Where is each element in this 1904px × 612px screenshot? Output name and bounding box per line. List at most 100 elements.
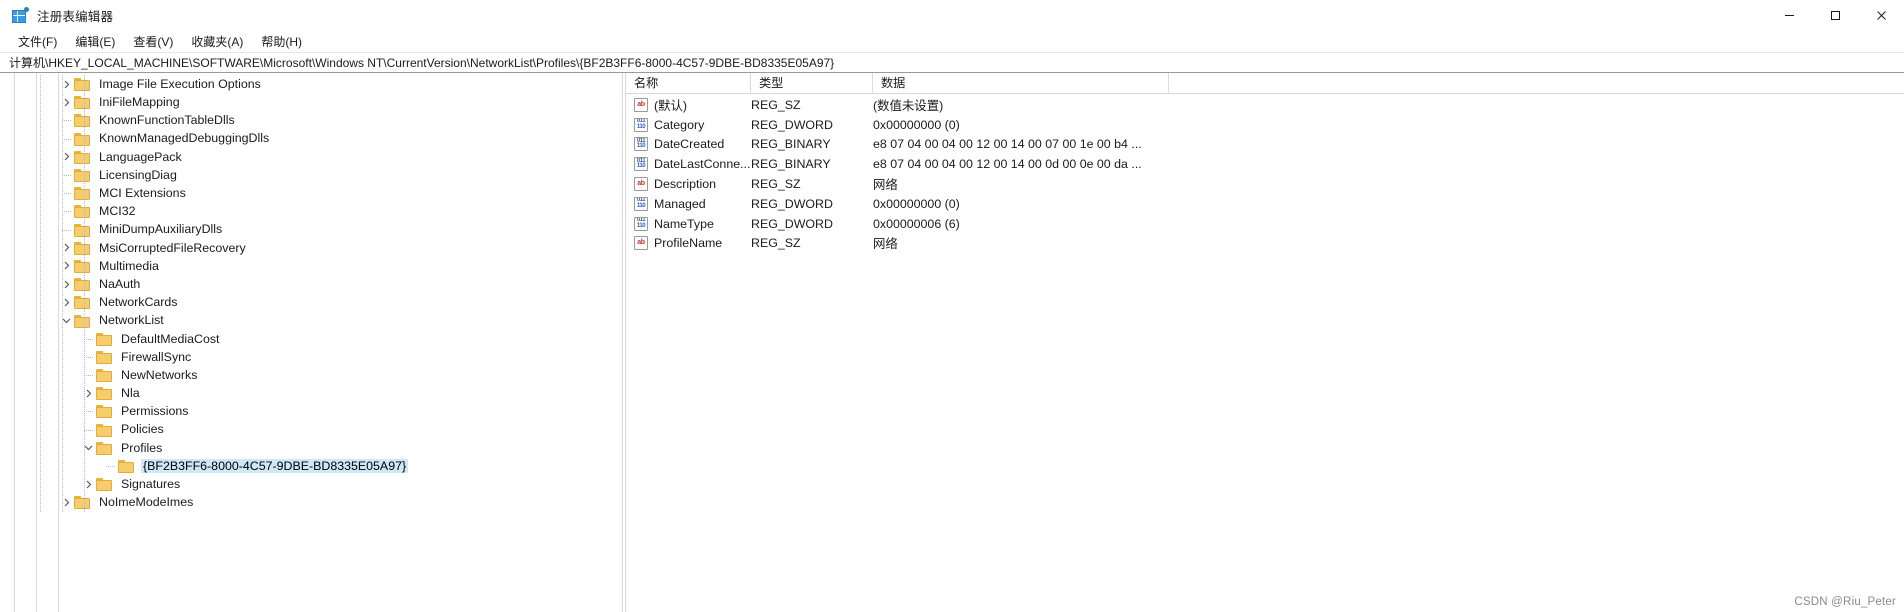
tree-item[interactable]: LicensingDiag [0, 166, 622, 184]
value-row[interactable]: ab (默认) REG_SZ (数值未设置) [626, 95, 1904, 115]
value-row[interactable]: 011 110 NameType REG_DWORD 0x00000006 (6) [626, 214, 1904, 234]
tree-item[interactable]: DefaultMediaCost [0, 330, 622, 348]
tree-connector [84, 356, 93, 358]
column-header-type[interactable]: 类型 [751, 73, 873, 94]
menu-help[interactable]: 帮助(H) [252, 31, 311, 53]
window-title: 注册表编辑器 [37, 10, 114, 24]
column-header-data[interactable]: 数据 [873, 73, 1169, 94]
menu-view[interactable]: 查看(V) [124, 31, 182, 53]
value-data: e8 07 04 00 04 00 12 00 14 00 07 00 1e 0… [873, 137, 1142, 152]
tree-item[interactable]: Policies [0, 421, 622, 439]
value-row[interactable]: ab ProfileName REG_SZ 网络 [626, 234, 1904, 254]
tree-item[interactable]: NetworkCards [0, 293, 622, 311]
value-type: REG_BINARY [751, 137, 831, 152]
tree-connector [84, 375, 93, 376]
value-row[interactable]: 011 110 Managed REG_DWORD 0x00000000 (0) [626, 194, 1904, 214]
tree-item[interactable]: LanguagePack [0, 148, 622, 166]
registry-path: 计算机\HKEY_LOCAL_MACHINE\SOFTWARE\Microsof… [9, 56, 835, 70]
value-type: REG_DWORD [751, 117, 833, 132]
folder-icon [96, 477, 113, 492]
column-header-name[interactable]: 名称 [626, 73, 751, 94]
value-data: 0x00000000 (0) [873, 196, 960, 211]
tree-item[interactable]: NewNetworks [0, 366, 622, 384]
tree-item[interactable]: NoImeModeImes [0, 493, 622, 511]
value-row[interactable]: 011 110 Category REG_DWORD 0x00000000 (0) [626, 115, 1904, 135]
folder-icon [74, 277, 91, 292]
tree-item-label: MCI32 [99, 204, 136, 219]
chevron-right-icon[interactable] [80, 475, 96, 493]
folder-icon [96, 423, 113, 437]
tree-item[interactable]: Profiles [0, 439, 622, 457]
folder-icon [74, 295, 91, 310]
tree-item[interactable]: NaAuth [0, 275, 622, 293]
chevron-right-icon[interactable] [58, 93, 74, 111]
chevron-right-icon[interactable] [58, 148, 74, 166]
tree-connector [84, 411, 93, 413]
chevron-right-icon[interactable] [58, 493, 74, 511]
close-icon[interactable] [1858, 0, 1904, 31]
folder-icon [118, 459, 135, 474]
tree-item[interactable]: KnownManagedDebuggingDlls [0, 130, 622, 148]
chevron-right-icon[interactable] [58, 75, 74, 93]
tree-item[interactable]: MCI32 [0, 202, 622, 220]
tree-item[interactable]: Signatures [0, 475, 622, 493]
registry-editor-window: 注册表编辑器 文件(F) 编辑(E) 查看(V) 收藏夹(A) 帮助(H) 计算… [0, 0, 1904, 612]
tree-item[interactable]: MsiCorruptedFileRecovery [0, 239, 622, 257]
chevron-down-icon[interactable] [58, 312, 74, 330]
watermark-text: CSDN @Riu_Peter [1794, 596, 1896, 608]
tree-item[interactable]: Permissions [0, 402, 622, 420]
tree-item-label: Profiles [121, 440, 163, 455]
tree-item[interactable]: {BF2B3FF6-8000-4C57-9DBE-BD8335E05A97} [0, 457, 622, 475]
menu-file[interactable]: 文件(F) [9, 31, 66, 53]
chevron-right-icon[interactable] [58, 293, 74, 311]
folder-icon [74, 132, 91, 146]
tree-item[interactable]: IniFileMapping [0, 93, 622, 111]
folder-icon [74, 95, 91, 110]
tree-item-label: Permissions [121, 404, 189, 419]
tree-item[interactable]: KnownFunctionTableDlls [0, 111, 622, 129]
chevron-right-icon[interactable] [58, 239, 74, 257]
folder-icon [74, 77, 91, 92]
menu-edit[interactable]: 编辑(E) [66, 31, 124, 53]
binary-value-icon: 011 110 [634, 117, 648, 132]
chevron-right-icon[interactable] [58, 257, 74, 275]
maximize-icon[interactable] [1812, 0, 1858, 31]
tree-connector [62, 211, 71, 213]
value-row[interactable]: 011 110 DateCreated REG_BINARY e8 07 04 00 0… [626, 135, 1904, 155]
title-bar: 注册表编辑器 [0, 0, 1904, 31]
tree-scroll-area[interactable]: Image File Execution Options IniFileMappi… [0, 73, 622, 612]
value-data: (数值未设置) [873, 98, 944, 113]
tree-item[interactable]: MCI Extensions [0, 184, 622, 202]
value-row[interactable]: ab Description REG_SZ 网络 [626, 174, 1904, 194]
folder-icon [74, 259, 91, 273]
chevron-right-icon[interactable] [58, 275, 74, 293]
chevron-right-icon[interactable] [80, 384, 96, 402]
tree-item[interactable]: FirewallSync [0, 348, 622, 366]
folder-icon [96, 332, 113, 346]
tree-item[interactable]: Image File Execution Options [0, 75, 622, 93]
chevron-down-icon[interactable] [80, 439, 96, 457]
menu-favorites[interactable]: 收藏夹(A) [182, 31, 252, 53]
address-bar[interactable]: 计算机\HKEY_LOCAL_MACHINE\SOFTWARE\Microsof… [0, 53, 1904, 73]
value-name-cell: ab (默认) [626, 96, 751, 114]
tree-item[interactable]: Multimedia [0, 257, 622, 275]
string-value-icon: ab [634, 236, 648, 251]
tree-item-label: FirewallSync [121, 349, 192, 364]
tree-item-label: Nla [121, 386, 140, 401]
tree-item[interactable]: NetworkList [0, 311, 622, 329]
folder-icon [74, 314, 91, 328]
binary-value-icon: 011 110 [634, 137, 648, 152]
tree-item[interactable]: MiniDumpAuxiliaryDlls [0, 221, 622, 239]
minimize-icon[interactable] [1766, 0, 1812, 31]
value-row[interactable]: 011 110 DateLastConne... REG_BINARY e8 07 04… [626, 154, 1904, 174]
tree-item[interactable]: Nla [0, 384, 622, 402]
value-type: REG_BINARY [751, 157, 831, 172]
value-data: e8 07 04 00 04 00 12 00 14 00 0d 00 0e 0… [873, 157, 1142, 172]
value-name-cell: ab ProfileName [626, 236, 751, 251]
tree-connector [62, 120, 71, 122]
binary-value-icon: 011 110 [634, 196, 648, 211]
tree-connector [62, 174, 71, 176]
